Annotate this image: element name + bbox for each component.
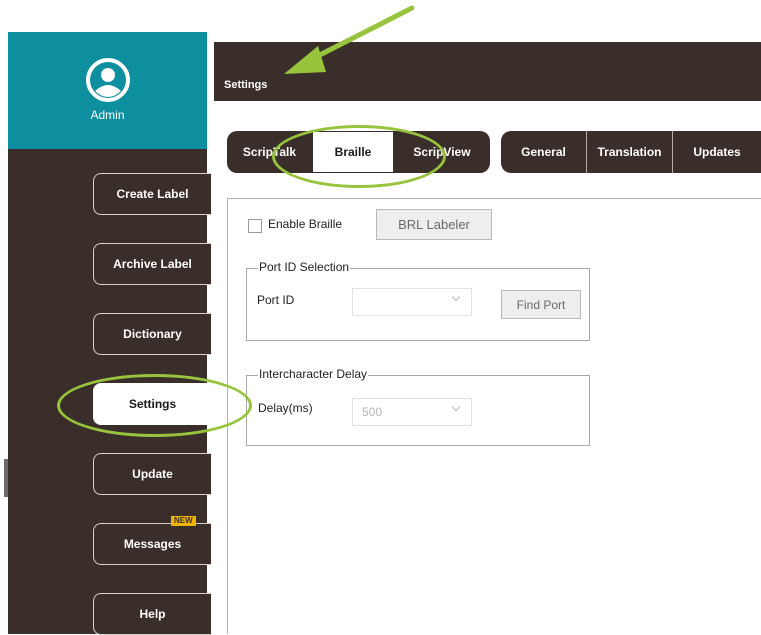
sidebar-item-dictionary[interactable]: Dictionary bbox=[93, 313, 211, 355]
port-id-label: Port ID bbox=[257, 293, 295, 307]
sidebar-item-help[interactable]: Help bbox=[93, 593, 211, 635]
annotation-circle-settings bbox=[57, 374, 252, 437]
brl-labeler-button[interactable]: BRL Labeler bbox=[376, 209, 492, 240]
tab-general[interactable]: General bbox=[501, 131, 586, 173]
sidebar-item-archive-label[interactable]: Archive Label bbox=[93, 243, 211, 285]
user-name: Admin bbox=[90, 108, 125, 122]
chevron-down-icon bbox=[451, 292, 461, 302]
delay-dropdown[interactable]: 500 bbox=[352, 398, 472, 426]
page-title: Settings bbox=[224, 79, 268, 91]
sidebar-item-update[interactable]: Update bbox=[93, 453, 211, 495]
enable-braille-label: Enable Braille bbox=[268, 217, 343, 231]
tab-updates[interactable]: Updates bbox=[672, 131, 761, 173]
port-id-dropdown[interactable] bbox=[352, 288, 472, 316]
delay-group-title: Intercharacter Delay bbox=[258, 367, 369, 381]
tab-group-settings: General Translation Updates bbox=[501, 131, 761, 173]
find-port-button[interactable]: Find Port bbox=[501, 290, 581, 319]
chevron-down-icon bbox=[451, 402, 461, 412]
tab-translation[interactable]: Translation bbox=[586, 131, 672, 173]
delay-value: 500 bbox=[362, 405, 383, 419]
user-avatar-icon[interactable] bbox=[85, 57, 131, 103]
content-divider bbox=[228, 198, 761, 199]
delay-label: Delay(ms) bbox=[258, 401, 313, 415]
annotation-circle-braille-tab bbox=[272, 125, 446, 188]
port-id-group-title: Port ID Selection bbox=[258, 260, 351, 274]
sidebar-item-create-label[interactable]: Create Label bbox=[93, 173, 211, 215]
new-badge: NEW bbox=[171, 516, 196, 526]
window-edge bbox=[0, 0, 8, 634]
annotation-arrow-icon bbox=[284, 5, 415, 74]
enable-braille-checkbox[interactable] bbox=[248, 219, 262, 233]
sidebar-item-messages[interactable]: Messages bbox=[93, 523, 211, 565]
